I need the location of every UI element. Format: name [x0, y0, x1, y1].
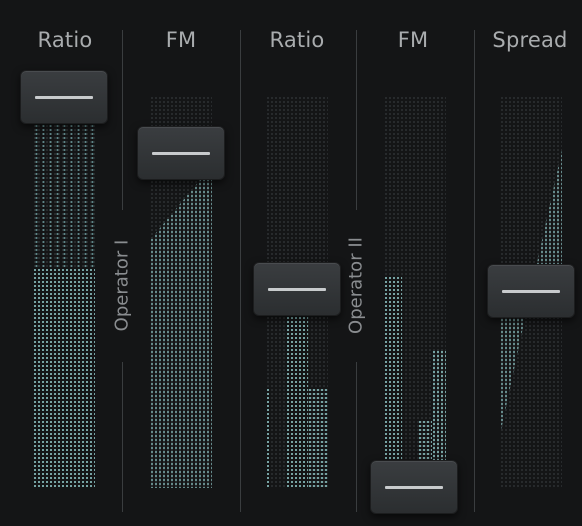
ratio-2-label: Ratio: [269, 28, 325, 52]
fm-2-fill-bar-1: [384, 276, 402, 488]
ratio-1-fill-upper: [33, 100, 95, 268]
ratio-2-handle-line: [268, 287, 326, 291]
divider-operator-2-top: [356, 30, 357, 210]
fm-2-slider-handle[interactable]: [370, 460, 458, 514]
spread-label: Spread: [492, 28, 568, 52]
ratio-2-fill-bar-2: [286, 300, 308, 488]
ratio-1-handle-line: [35, 95, 93, 99]
operator-1-section-label: Operator I: [111, 239, 133, 332]
operator-panel: Ratio FM Ratio FM Spread Operator I Oper…: [0, 0, 582, 526]
divider-right: [474, 30, 475, 512]
divider-operator-1-top: [122, 30, 123, 210]
fm-1-slider-handle[interactable]: [137, 126, 225, 180]
divider-operator-2-bottom: [356, 362, 357, 512]
ratio-2-fill-bar-1: [266, 388, 270, 488]
divider-operator-1-bottom: [122, 362, 123, 512]
fm-2-label: FM: [397, 28, 429, 52]
ratio-2-slider-handle[interactable]: [253, 262, 341, 316]
ratio-2-fill-bar-3: [308, 388, 328, 488]
ratio-1-slider-handle[interactable]: [20, 70, 108, 124]
divider-mid: [240, 30, 241, 512]
ratio-1-fill: [33, 268, 95, 488]
fm-1-label: FM: [165, 28, 197, 52]
fm-1-handle-line: [152, 151, 210, 155]
fm-2-handle-line: [385, 485, 443, 489]
spread-slider-handle[interactable]: [487, 264, 575, 318]
fm-1-fill-shape: [150, 180, 212, 488]
spread-handle-line: [502, 289, 560, 293]
operator-2-section-label: Operator II: [345, 237, 367, 334]
ratio-1-label: Ratio: [37, 28, 93, 52]
